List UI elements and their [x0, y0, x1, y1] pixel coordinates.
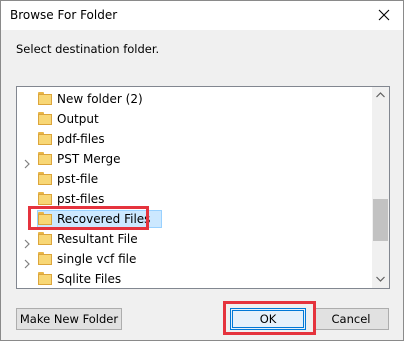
folder-tree-item[interactable]: PST Merge — [17, 149, 372, 169]
scroll-up-button[interactable] — [372, 87, 389, 104]
vertical-scrollbar[interactable] — [372, 87, 389, 288]
folder-tree-rows: New folder (2) Output pdf-files PST Merge ps… — [17, 89, 372, 288]
cancel-button[interactable]: Cancel — [313, 308, 389, 330]
folder-tree-item[interactable]: pst-file — [17, 169, 372, 189]
ok-button-highlight — [223, 301, 316, 335]
folder-tree-item-label: PST Merge — [57, 152, 121, 166]
folder-tree-item[interactable]: New folder (2) — [17, 89, 372, 109]
folder-tree-item[interactable]: pdf-files — [17, 129, 372, 149]
folder-icon — [38, 252, 52, 265]
folder-tree-item-label: Sqlite Files — [57, 272, 122, 286]
folder-tree-item-label: New folder (2) — [57, 92, 143, 106]
close-icon — [378, 9, 390, 21]
folder-tree-item-label: pst-file — [57, 172, 99, 186]
folder-tree-item[interactable]: single vcf file — [17, 249, 372, 269]
folder-icon — [38, 232, 52, 245]
title-bar: Browse For Folder — [1, 1, 403, 30]
chevron-down-icon — [376, 276, 385, 282]
folder-tree-item[interactable]: Sqlite Files — [17, 269, 372, 288]
selected-folder-highlight — [28, 206, 149, 230]
folder-icon — [38, 272, 52, 285]
instruction-text: Select destination folder. — [16, 42, 160, 56]
folder-icon — [38, 152, 52, 165]
folder-tree-item[interactable]: Output — [17, 109, 372, 129]
folder-tree-item-label: single vcf file — [57, 252, 137, 266]
folder-icon — [38, 192, 52, 205]
folder-icon — [38, 112, 52, 125]
folder-tree-item-label: Output — [57, 112, 99, 126]
browse-for-folder-dialog: Browse For Folder Select destination fol… — [0, 0, 404, 341]
make-new-folder-label: Make New Folder — [19, 312, 119, 326]
scroll-down-button[interactable] — [372, 271, 389, 288]
chevron-right-icon[interactable] — [23, 154, 31, 169]
close-button[interactable] — [371, 3, 397, 27]
folder-icon — [38, 132, 52, 145]
folder-icon — [38, 92, 52, 105]
make-new-folder-button[interactable]: Make New Folder — [16, 308, 122, 330]
chevron-right-icon[interactable] — [23, 234, 31, 249]
folder-tree-item-label: Resultant File — [57, 232, 138, 246]
window-title: Browse For Folder — [10, 8, 118, 22]
scrollbar-thumb[interactable] — [373, 199, 388, 241]
folder-tree-item[interactable]: Resultant File — [17, 229, 372, 249]
folder-tree-item-label: pst-files — [57, 192, 105, 206]
cancel-label: Cancel — [331, 312, 371, 326]
folder-icon — [38, 172, 52, 185]
chevron-up-icon — [376, 92, 385, 98]
folder-tree-item-label: pdf-files — [57, 132, 105, 146]
folder-tree[interactable]: New folder (2) Output pdf-files PST Merge ps… — [16, 86, 390, 289]
chevron-right-icon[interactable] — [23, 254, 31, 269]
